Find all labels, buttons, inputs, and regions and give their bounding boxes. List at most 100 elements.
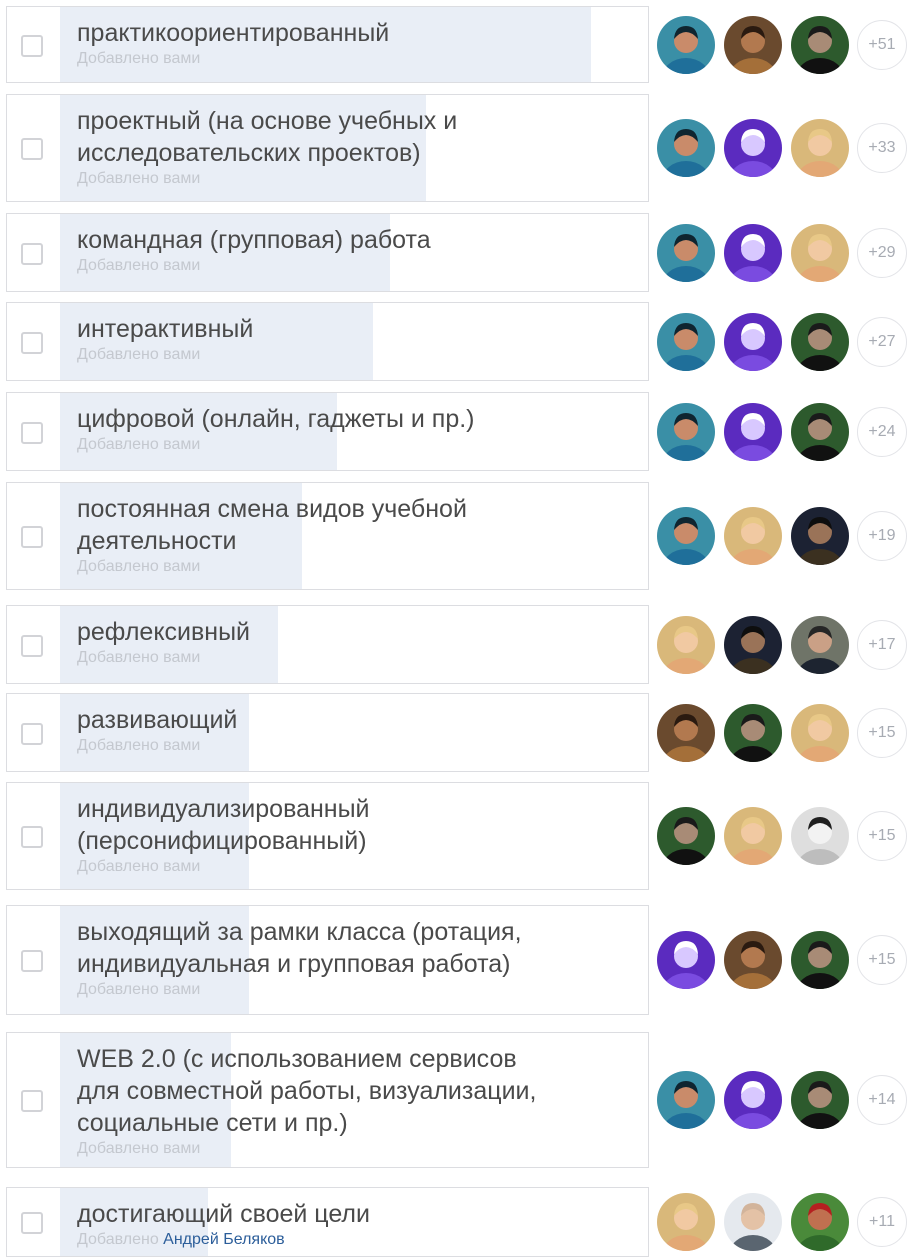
- added-by-line: Добавлено вами: [77, 49, 634, 69]
- option-row[interactable]: выходящий за рамки класса (ротация, инди…: [6, 905, 649, 1015]
- avatar-man-dark[interactable]: [724, 704, 782, 762]
- option-label: индивидуализированный (персонифицированн…: [77, 795, 370, 855]
- voters-group: +11: [657, 1193, 914, 1253]
- avatar-man-blue[interactable]: [657, 403, 715, 461]
- option-text: командная (групповая) работа Добавлено ва…: [77, 224, 634, 276]
- avatar-purple-light[interactable]: [724, 1071, 782, 1129]
- avatar-man-dark[interactable]: [791, 403, 849, 461]
- added-by-line: Добавлено вами: [77, 980, 634, 1000]
- option-row[interactable]: проектный (на основе учебных и исследова…: [6, 94, 649, 202]
- option-row[interactable]: командная (групповая) работа Добавлено ва…: [6, 213, 649, 292]
- option-label: рефлексивный: [77, 618, 251, 646]
- option-checkbox[interactable]: [21, 138, 43, 160]
- author-link[interactable]: Андрей Беляков: [163, 1231, 284, 1248]
- avatar-woman-blonde[interactable]: [724, 507, 782, 565]
- option-label: интерактивный: [77, 315, 254, 343]
- avatar-woman-blonde[interactable]: [791, 704, 849, 762]
- avatar-purple-light[interactable]: [724, 119, 782, 177]
- option-checkbox[interactable]: [21, 1090, 43, 1112]
- avatar-man-blue[interactable]: [657, 16, 715, 74]
- option-text: WEB 2.0 (с использованием сервисов для с…: [77, 1043, 634, 1159]
- option-row[interactable]: развивающий Добавлено вами: [6, 693, 649, 772]
- avatar-man-dark[interactable]: [791, 931, 849, 989]
- option-checkbox[interactable]: [21, 826, 43, 848]
- avatar-woman-blonde[interactable]: [724, 807, 782, 865]
- option-checkbox[interactable]: [21, 422, 43, 444]
- avatar-purple-light[interactable]: [657, 931, 715, 989]
- more-voters-count[interactable]: +51: [857, 20, 907, 70]
- avatar-woman-blonde[interactable]: [791, 224, 849, 282]
- added-by-line: Добавлено вами: [77, 736, 634, 756]
- avatar-red-flowers[interactable]: [791, 1193, 849, 1251]
- voters-group: +24: [657, 403, 914, 463]
- avatar-woman-glasses[interactable]: [724, 16, 782, 74]
- avatar-man-dark[interactable]: [657, 807, 715, 865]
- avatar-woman-blonde[interactable]: [657, 1193, 715, 1251]
- option-row[interactable]: WEB 2.0 (с использованием сервисов для с…: [6, 1032, 649, 1168]
- option-checkbox[interactable]: [21, 950, 43, 972]
- option-label: цифровой (онлайн, гаджеты и пр.): [77, 405, 475, 433]
- added-prefix: Добавлено: [77, 1140, 159, 1157]
- added-by-you: вами: [163, 858, 201, 875]
- option-checkbox[interactable]: [21, 723, 43, 745]
- more-voters-count[interactable]: +33: [857, 123, 907, 173]
- option-text: индивидуализированный (персонифицированн…: [77, 793, 634, 877]
- option-checkbox[interactable]: [21, 35, 43, 57]
- avatar-man-blue[interactable]: [657, 507, 715, 565]
- avatar-woman-glasses[interactable]: [657, 704, 715, 762]
- avatar-man-shadow[interactable]: [724, 616, 782, 674]
- added-by-you: вами: [163, 649, 201, 666]
- avatar-purple-light[interactable]: [724, 403, 782, 461]
- option-checkbox[interactable]: [21, 1212, 43, 1234]
- avatar-man-shadow[interactable]: [791, 507, 849, 565]
- more-voters-count[interactable]: +17: [857, 620, 907, 670]
- avatar-man-suit[interactable]: [791, 616, 849, 674]
- option-checkbox[interactable]: [21, 635, 43, 657]
- option-text: проектный (на основе учебных и исследова…: [77, 105, 634, 189]
- option-checkbox[interactable]: [21, 243, 43, 265]
- avatar-man-blue[interactable]: [657, 119, 715, 177]
- avatar-man-blue[interactable]: [657, 313, 715, 371]
- added-by-line: Добавлено вами: [77, 169, 634, 189]
- more-voters-count[interactable]: +15: [857, 935, 907, 985]
- option-row[interactable]: интерактивный Добавлено вами: [6, 302, 649, 381]
- added-by-you: вами: [163, 170, 201, 187]
- option-label: развивающий: [77, 706, 238, 734]
- more-voters-count[interactable]: +11: [857, 1197, 907, 1247]
- option-label: выходящий за рамки класса (ротация, инди…: [77, 918, 522, 978]
- more-voters-count[interactable]: +29: [857, 228, 907, 278]
- more-voters-count[interactable]: +14: [857, 1075, 907, 1125]
- more-voters-count[interactable]: +15: [857, 811, 907, 861]
- option-row[interactable]: практикоориентированный Добавлено вами: [6, 6, 649, 83]
- avatar-man-dark[interactable]: [791, 313, 849, 371]
- avatar-woman-blonde[interactable]: [657, 616, 715, 674]
- added-by-you: вами: [163, 436, 201, 453]
- added-by-you: вами: [163, 346, 201, 363]
- avatar-man-dark[interactable]: [791, 16, 849, 74]
- added-prefix: Добавлено: [77, 50, 159, 67]
- option-checkbox[interactable]: [21, 526, 43, 548]
- avatar-man-blue[interactable]: [657, 224, 715, 282]
- option-row[interactable]: постоянная смена видов учебной деятельно…: [6, 482, 649, 590]
- avatar-purple-light[interactable]: [724, 313, 782, 371]
- avatar-man-dark[interactable]: [791, 1071, 849, 1129]
- added-by-line: Добавлено вами: [77, 345, 634, 365]
- avatar-man-blue[interactable]: [657, 1071, 715, 1129]
- avatar-man-bald[interactable]: [724, 1193, 782, 1251]
- avatar-purple-light[interactable]: [724, 224, 782, 282]
- voters-group: +51: [657, 16, 914, 76]
- option-row[interactable]: цифровой (онлайн, гаджеты и пр.) Добавлен…: [6, 392, 649, 471]
- more-voters-count[interactable]: +27: [857, 317, 907, 367]
- voters-group: +15: [657, 704, 914, 764]
- more-voters-count[interactable]: +15: [857, 708, 907, 758]
- more-voters-count[interactable]: +19: [857, 511, 907, 561]
- avatar-woman-blonde[interactable]: [791, 119, 849, 177]
- option-checkbox[interactable]: [21, 332, 43, 354]
- option-row[interactable]: рефлексивный Добавлено вами: [6, 605, 649, 684]
- avatar-woman-bw[interactable]: [791, 807, 849, 865]
- more-voters-count[interactable]: +24: [857, 407, 907, 457]
- avatar-woman-glasses[interactable]: [724, 931, 782, 989]
- option-text: рефлексивный Добавлено вами: [77, 616, 634, 668]
- option-row[interactable]: индивидуализированный (персонифицированн…: [6, 782, 649, 890]
- option-row[interactable]: достигающий своей цели Добавлено Андрей Б…: [6, 1187, 649, 1257]
